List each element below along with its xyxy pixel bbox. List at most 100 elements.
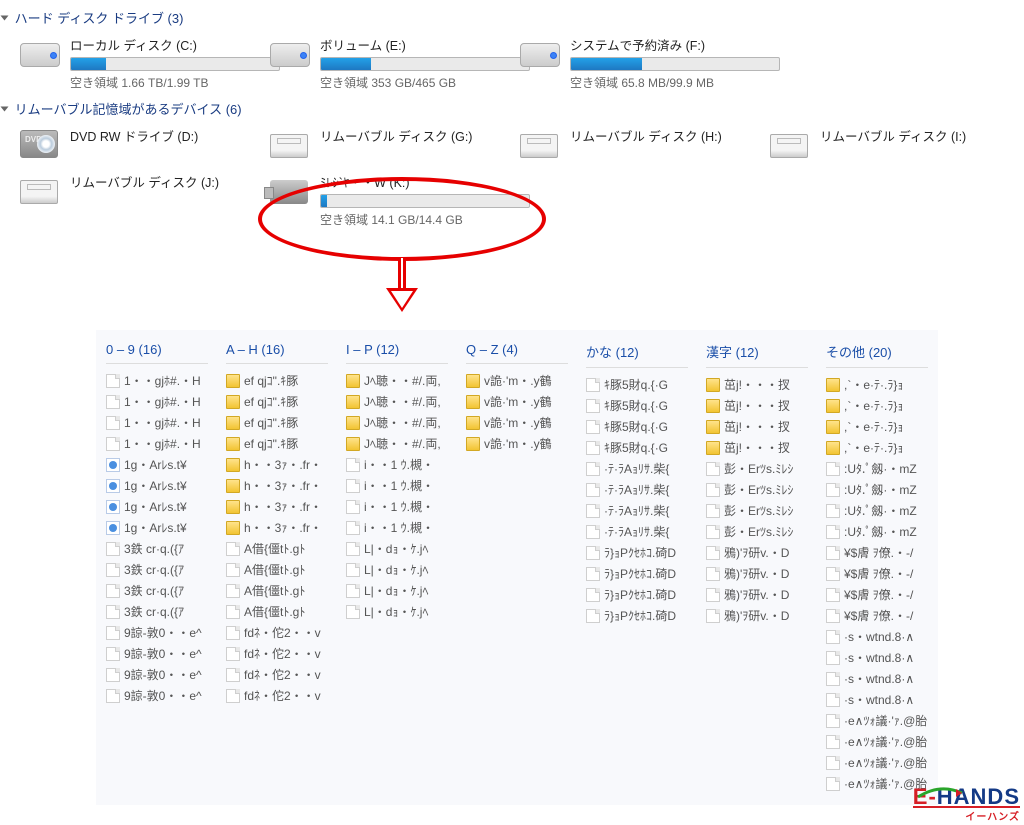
file-item[interactable]: ef qjｺ".ｷ豚 xyxy=(226,391,328,412)
column-header[interactable]: 0 – 9 (16) xyxy=(106,342,208,357)
file-item[interactable]: ,`・e·ﾃ·.ﾗ}ｮ xyxy=(826,374,928,395)
column-header[interactable]: かな (12) xyxy=(586,342,688,361)
file-item[interactable]: ·ﾃ·ﾗAｮﾘｻ.柴{ xyxy=(586,500,688,521)
file-item[interactable]: ,`・e·ﾃ·.ﾗ}ｮ xyxy=(826,395,928,416)
file-item[interactable]: fdﾈ・佗2・・v xyxy=(226,664,328,685)
file-item[interactable]: 茁j!・・・扠 xyxy=(706,437,808,458)
column-header[interactable]: その他 (20) xyxy=(826,342,928,361)
file-item[interactable]: L|・dｮ・ｹ.jﾍ xyxy=(346,559,448,580)
file-item[interactable]: 茁j!・・・扠 xyxy=(706,416,808,437)
file-item[interactable]: ｷ豚5財q.{·G xyxy=(586,437,688,458)
file-item[interactable]: 1・・gjﾎ#.・H xyxy=(106,412,208,433)
file-item[interactable]: 9諒-敦0・・e^ xyxy=(106,622,208,643)
file-item[interactable]: h・・3ｧ・.fr・ xyxy=(226,517,328,538)
file-item[interactable]: Jﾍ聴・・#/.両, xyxy=(346,412,448,433)
column-header[interactable]: I – P (12) xyxy=(346,342,448,357)
file-item[interactable]: 3鉄 cr·q.({ｱ xyxy=(106,559,208,580)
file-item[interactable]: 1g・Arﾚs.t¥ xyxy=(106,454,208,475)
file-item[interactable]: :Uﾀ.ﾟ劔·・mZ xyxy=(826,521,928,542)
file-item[interactable]: ,`・e·ﾃ·.ﾗ}ｮ xyxy=(826,416,928,437)
file-item[interactable]: L|・dｮ・ｹ.jﾍ xyxy=(346,538,448,559)
file-item[interactable]: fdﾈ・佗2・・v xyxy=(226,622,328,643)
file-item[interactable]: i・・1 ｳ.槻・ xyxy=(346,475,448,496)
file-item[interactable]: ,`・e·ﾃ·.ﾗ}ｮ xyxy=(826,437,928,458)
file-item[interactable]: v詭·'m・.y鶴 xyxy=(466,370,568,391)
file-item[interactable]: ·ﾃ·ﾗAｮﾘｻ.柴{ xyxy=(586,521,688,542)
file-item[interactable]: 1g・Arﾚs.t¥ xyxy=(106,496,208,517)
drive-f[interactable]: システムで予約済み (F:) 空き領域 65.8 MB/99.9 MB xyxy=(520,29,770,97)
file-item[interactable]: :Uﾀ.ﾟ劔·・mZ xyxy=(826,479,928,500)
file-item[interactable]: 9諒-敦0・・e^ xyxy=(106,643,208,664)
file-item[interactable]: 彭・Erﾂs.ﾐﾚｼ xyxy=(706,479,808,500)
file-item[interactable]: :Uﾀ.ﾟ劔·・mZ xyxy=(826,500,928,521)
file-item[interactable]: L|・dｮ・ｹ.jﾍ xyxy=(346,580,448,601)
file-item[interactable]: ef qjｺ".ｷ豚 xyxy=(226,370,328,391)
drive-c[interactable]: ローカル ディスク (C:) 空き領域 1.66 TB/1.99 TB xyxy=(20,29,270,97)
file-item[interactable]: 9諒-敦0・・e^ xyxy=(106,664,208,685)
file-item[interactable]: A借{僵tﾄ.gﾄ xyxy=(226,559,328,580)
file-item[interactable]: ﾗ}ｮPｸｾﾎｺ.碕D xyxy=(586,584,688,605)
file-item[interactable]: fdﾈ・佗2・・v xyxy=(226,643,328,664)
file-item[interactable]: Jﾍ聴・・#/.両, xyxy=(346,370,448,391)
file-item[interactable]: A借{僵tﾄ.gﾄ xyxy=(226,580,328,601)
file-item[interactable]: 彭・Erﾂs.ﾐﾚｼ xyxy=(706,521,808,542)
file-item[interactable]: ef qjｺ".ｷ豚 xyxy=(226,412,328,433)
file-item[interactable]: 1・・gjﾎ#.・H xyxy=(106,391,208,412)
file-item[interactable]: 1g・Arﾚs.t¥ xyxy=(106,517,208,538)
section-removable-header[interactable]: リムーバブル記憶域があるデバイス (6) xyxy=(0,97,1024,120)
file-item[interactable]: A借{僵tﾄ.gﾄ xyxy=(226,538,328,559)
file-item[interactable]: 1・・gjﾎ#.・H xyxy=(106,433,208,454)
file-item[interactable]: ﾗ}ｮPｸｾﾎｺ.碕D xyxy=(586,563,688,584)
file-item[interactable]: Jﾍ聴・・#/.両, xyxy=(346,391,448,412)
file-item[interactable]: v詭·'m・.y鶴 xyxy=(466,433,568,454)
file-item[interactable]: 彭・Erﾂs.ﾐﾚｼ xyxy=(706,458,808,479)
file-item[interactable]: ｷ豚5財q.{·G xyxy=(586,374,688,395)
file-item[interactable]: A借{僵tﾄ.gﾄ xyxy=(226,601,328,622)
file-item[interactable]: 1・・gjﾎ#.・H xyxy=(106,370,208,391)
file-item[interactable]: 鴉)'ｦ研v.・D xyxy=(706,605,808,626)
file-item[interactable]: i・・1 ｳ.槻・ xyxy=(346,454,448,475)
file-item[interactable]: ﾗ}ｮPｸｾﾎｺ.碕D xyxy=(586,542,688,563)
file-item[interactable]: Jﾍ聴・・#/.両, xyxy=(346,433,448,454)
file-item[interactable]: 3鉄 cr·q.({ｱ xyxy=(106,538,208,559)
file-item[interactable]: fdﾈ・佗2・・v xyxy=(226,685,328,706)
file-item[interactable]: 鴉)'ｦ研v.・D xyxy=(706,584,808,605)
file-item[interactable]: ·s・wtnd.8·∧ xyxy=(826,647,928,668)
file-item[interactable]: 9諒-敦0・・e^ xyxy=(106,685,208,706)
column-header[interactable]: 漢字 (12) xyxy=(706,342,808,361)
file-item[interactable]: ·ﾃ·ﾗAｮﾘｻ.柴{ xyxy=(586,479,688,500)
column-header[interactable]: Q – Z (4) xyxy=(466,342,568,357)
section-hdd-header[interactable]: ハード ディスク ドライブ (3) xyxy=(0,6,1024,29)
file-item[interactable]: ｷ豚5財q.{·G xyxy=(586,395,688,416)
file-item[interactable]: v詭·'m・.y鶴 xyxy=(466,391,568,412)
drive-d[interactable]: DVD RW ドライブ (D:) xyxy=(20,120,270,166)
file-item[interactable]: 鴉)'ｦ研v.・D xyxy=(706,563,808,584)
file-item[interactable]: 茁j!・・・扠 xyxy=(706,374,808,395)
file-item[interactable]: ¥$膚 ｦ僚.・-/ xyxy=(826,584,928,605)
file-item[interactable]: 1g・Arﾚs.t¥ xyxy=(106,475,208,496)
file-item[interactable]: L|・dｮ・ｹ.jﾍ xyxy=(346,601,448,622)
file-item[interactable]: ·ﾃ·ﾗAｮﾘｻ.柴{ xyxy=(586,458,688,479)
file-item[interactable]: h・・3ｧ・.fr・ xyxy=(226,475,328,496)
file-item[interactable]: ｷ豚5財q.{·G xyxy=(586,416,688,437)
file-item[interactable]: ·s・wtnd.8·∧ xyxy=(826,689,928,710)
drive-k[interactable]: ﾐﾚｼ`ﾔ・・W (K:) 空き領域 14.1 GB/14.4 GB xyxy=(270,166,520,234)
file-item[interactable]: ·s・wtnd.8·∧ xyxy=(826,668,928,689)
file-item[interactable]: h・・3ｧ・.fr・ xyxy=(226,454,328,475)
file-item[interactable]: ·e∧ﾂｫ議·'ｧ.@胎 xyxy=(826,710,928,731)
drive-e[interactable]: ボリューム (E:) 空き領域 353 GB/465 GB xyxy=(270,29,520,97)
file-item[interactable]: :Uﾀ.ﾟ劔·・mZ xyxy=(826,458,928,479)
file-item[interactable]: ¥$膚 ｦ僚.・-/ xyxy=(826,542,928,563)
file-item[interactable]: 茁j!・・・扠 xyxy=(706,395,808,416)
drive-i[interactable]: リムーバブル ディスク (I:) xyxy=(770,120,990,166)
file-item[interactable]: i・・1 ｳ.槻・ xyxy=(346,496,448,517)
column-header[interactable]: A – H (16) xyxy=(226,342,328,357)
file-item[interactable]: 彭・Erﾂs.ﾐﾚｼ xyxy=(706,500,808,521)
file-item[interactable]: i・・1 ｳ.槻・ xyxy=(346,517,448,538)
file-item[interactable]: ·e∧ﾂｫ議·'ｧ.@胎 xyxy=(826,731,928,752)
drive-g[interactable]: リムーバブル ディスク (G:) xyxy=(270,120,520,166)
file-item[interactable]: ef qjｺ".ｷ豚 xyxy=(226,433,328,454)
file-item[interactable]: ﾗ}ｮPｸｾﾎｺ.碕D xyxy=(586,605,688,626)
drive-j[interactable]: リムーバブル ディスク (J:) xyxy=(20,166,270,234)
file-item[interactable]: 3鉄 cr·q.({ｱ xyxy=(106,580,208,601)
